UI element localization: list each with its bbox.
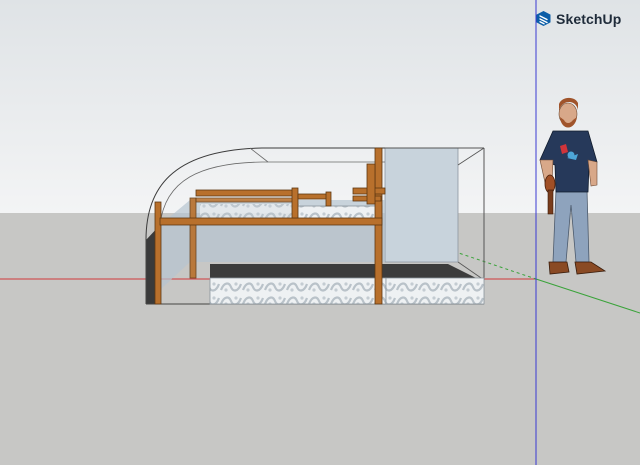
sketchup-logo-icon xyxy=(536,11,551,26)
model-scene[interactable] xyxy=(0,0,640,465)
sketchup-logo-text: SketchUp xyxy=(556,10,622,27)
drawing-viewport[interactable]: SketchUp xyxy=(0,0,640,465)
sky xyxy=(0,0,640,213)
upper-mattress-back xyxy=(200,204,300,218)
lower-mattress xyxy=(209,277,387,305)
lower-mattress-right xyxy=(385,277,485,305)
sketchup-logo: SketchUp xyxy=(535,10,621,27)
back-wall xyxy=(384,147,459,263)
